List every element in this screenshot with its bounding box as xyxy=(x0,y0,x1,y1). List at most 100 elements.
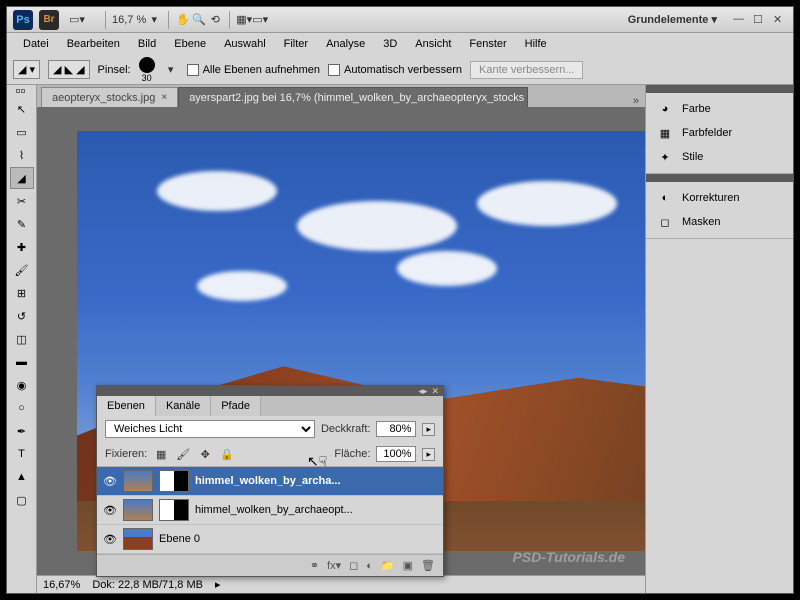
hand-tool-icon[interactable]: ✋ xyxy=(175,12,191,28)
eraser-tool[interactable]: ◫ xyxy=(10,328,34,350)
menu-ebene[interactable]: Ebene xyxy=(166,35,214,53)
lasso-tool[interactable]: ⌇ xyxy=(10,144,34,166)
tab-overflow-icon[interactable]: » xyxy=(627,95,645,107)
rotate-view-icon[interactable]: ⟲ xyxy=(207,12,223,28)
zoom-tool-icon[interactable]: 🔍 xyxy=(191,12,207,28)
menu-analyse[interactable]: Analyse xyxy=(318,35,373,53)
brush-tool[interactable]: 🖌 xyxy=(10,259,34,281)
blur-tool[interactable]: ◉ xyxy=(10,374,34,396)
brush-preview-icon[interactable] xyxy=(139,57,155,73)
layer-mask-icon[interactable]: ◻ xyxy=(349,559,358,572)
arrange-icon[interactable]: ▦▾ xyxy=(236,12,252,28)
tab-kanaele[interactable]: Kanäle xyxy=(156,396,211,416)
status-zoom[interactable]: 16,67% xyxy=(43,579,80,591)
menu-bearbeiten[interactable]: Bearbeiten xyxy=(59,35,128,53)
menu-bild[interactable]: Bild xyxy=(130,35,164,53)
layer-row[interactable]: 👁 himmel_wolken_by_archaeopt... xyxy=(97,496,443,525)
layer-name[interactable]: himmel_wolken_by_archa... xyxy=(195,475,437,487)
layers-panel[interactable]: ◂▸ ✕ Ebenen Kanäle Pfade Weiches Licht D… xyxy=(96,385,444,577)
document-tab-1[interactable]: aeopteryx_stocks.jpg× xyxy=(41,87,178,107)
panel-menu-icon[interactable]: ◂▸ xyxy=(418,386,427,397)
pen-tool[interactable]: ✒ xyxy=(10,420,34,442)
zoom-level[interactable]: 16,7 % xyxy=(112,14,146,26)
status-doc-size[interactable]: Dok: 22,8 MB/71,8 MB xyxy=(92,579,203,591)
panel-farbfelder[interactable]: ▦Farbfelder xyxy=(646,121,793,145)
auto-enhance-checkbox[interactable]: Automatisch verbessern xyxy=(328,64,462,76)
opacity-input[interactable]: 80% xyxy=(376,421,416,437)
dodge-tool[interactable]: ○ xyxy=(10,397,34,419)
toolbox-grip-icon[interactable] xyxy=(16,89,28,93)
new-layer-icon[interactable]: ▣ xyxy=(403,559,413,572)
layer-row[interactable]: 👁 Ebene 0 xyxy=(97,525,443,554)
close-tab-icon[interactable]: × xyxy=(161,92,167,103)
gradient-tool[interactable]: ▬ xyxy=(10,351,34,373)
tool-preset-icon[interactable]: ◢ ▾ xyxy=(13,60,40,79)
layer-style-icon[interactable]: fx▾ xyxy=(327,559,341,572)
panel-korrekturen[interactable]: ◐Korrekturen xyxy=(646,186,793,210)
type-tool[interactable]: T xyxy=(10,443,34,465)
menu-3d[interactable]: 3D xyxy=(375,35,405,53)
lock-transparency-icon[interactable]: ▦ xyxy=(153,446,169,462)
layer-row[interactable]: 👁 himmel_wolken_by_archa... xyxy=(97,467,443,496)
lock-all-icon[interactable]: 🔒 xyxy=(219,446,235,462)
panel-close-icon[interactable]: ✕ xyxy=(431,386,439,397)
link-layers-icon[interactable]: ⚭ xyxy=(310,559,319,572)
bridge-icon[interactable]: Br xyxy=(39,10,59,30)
menu-hilfe[interactable]: Hilfe xyxy=(517,35,555,53)
fill-input[interactable]: 100% xyxy=(376,446,416,462)
eyedropper-tool[interactable]: ✎ xyxy=(10,213,34,235)
lock-pixels-icon[interactable]: 🖌 xyxy=(175,446,191,462)
panel-grip-icon[interactable] xyxy=(646,85,793,93)
screen-mode-icon[interactable]: ▭▾ xyxy=(252,12,268,28)
lock-position-icon[interactable]: ✥ xyxy=(197,446,213,462)
layer-mask-thumbnail[interactable] xyxy=(159,499,189,521)
blend-mode-select[interactable]: Weiches Licht xyxy=(105,420,315,438)
layer-name[interactable]: himmel_wolken_by_archaeopt... xyxy=(195,504,437,516)
delete-layer-icon[interactable]: 🗑 xyxy=(421,559,435,572)
stamp-tool[interactable]: ⊞ xyxy=(10,282,34,304)
healing-tool[interactable]: ✚ xyxy=(10,236,34,258)
menu-auswahl[interactable]: Auswahl xyxy=(216,35,274,53)
document-tab-2[interactable]: ayerspart2.jpg bei 16,7% (himmel_wolken_… xyxy=(178,87,528,107)
panel-stile[interactable]: ✦Stile xyxy=(646,145,793,169)
path-select-tool[interactable]: ▲ xyxy=(10,466,34,488)
history-dropdown-icon[interactable]: ▭▾ xyxy=(69,12,85,28)
quick-select-tool[interactable]: ◢ xyxy=(10,167,34,189)
menu-ansicht[interactable]: Ansicht xyxy=(407,35,459,53)
layer-name[interactable]: Ebene 0 xyxy=(159,533,437,545)
status-arrow-icon[interactable]: ▸ xyxy=(215,578,221,591)
close-button[interactable]: ✕ xyxy=(773,13,787,27)
marquee-tool[interactable]: ▭ xyxy=(10,121,34,143)
menu-datei[interactable]: Datei xyxy=(15,35,57,53)
tab-ebenen[interactable]: Ebenen xyxy=(97,396,156,416)
panel-farbe[interactable]: ◕Farbe xyxy=(646,97,793,121)
group-icon[interactable]: 📁 xyxy=(381,559,395,572)
history-brush-tool[interactable]: ↺ xyxy=(10,305,34,327)
layer-thumbnail[interactable] xyxy=(123,470,153,492)
styles-icon: ✦ xyxy=(656,149,674,165)
tab-pfade[interactable]: Pfade xyxy=(211,396,261,416)
layer-thumbnail[interactable] xyxy=(123,499,153,521)
opacity-arrow-icon[interactable]: ▸ xyxy=(422,423,435,436)
move-tool[interactable]: ↖ xyxy=(10,98,34,120)
menu-fenster[interactable]: Fenster xyxy=(461,35,514,53)
adjustment-layer-icon[interactable]: ◐ xyxy=(366,560,373,572)
layer-mask-thumbnail[interactable] xyxy=(159,470,189,492)
zoom-dropdown-icon[interactable]: ▾ xyxy=(146,12,162,28)
panel-masken[interactable]: ◻Masken xyxy=(646,210,793,234)
maximize-button[interactable]: ☐ xyxy=(753,13,767,27)
visibility-icon[interactable]: 👁 xyxy=(103,504,117,517)
selection-mode-icons[interactable]: ◢ ◣ ◢ xyxy=(48,60,90,79)
sample-all-layers-checkbox[interactable]: Alle Ebenen aufnehmen xyxy=(187,64,320,76)
crop-tool[interactable]: ✂ xyxy=(10,190,34,212)
layer-thumbnail[interactable] xyxy=(123,528,153,550)
menu-filter[interactable]: Filter xyxy=(276,35,316,53)
refine-edge-button[interactable]: Kante verbessern... xyxy=(470,61,583,79)
fill-arrow-icon[interactable]: ▸ xyxy=(422,448,435,461)
brush-dropdown-icon[interactable]: ▾ xyxy=(163,62,179,78)
shape-tool[interactable]: ▢ xyxy=(10,489,34,511)
visibility-icon[interactable]: 👁 xyxy=(103,475,117,488)
workspace-switcher[interactable]: Grundelemente ▾ xyxy=(628,13,717,26)
visibility-icon[interactable]: 👁 xyxy=(103,533,117,546)
minimize-button[interactable]: — xyxy=(733,13,747,27)
